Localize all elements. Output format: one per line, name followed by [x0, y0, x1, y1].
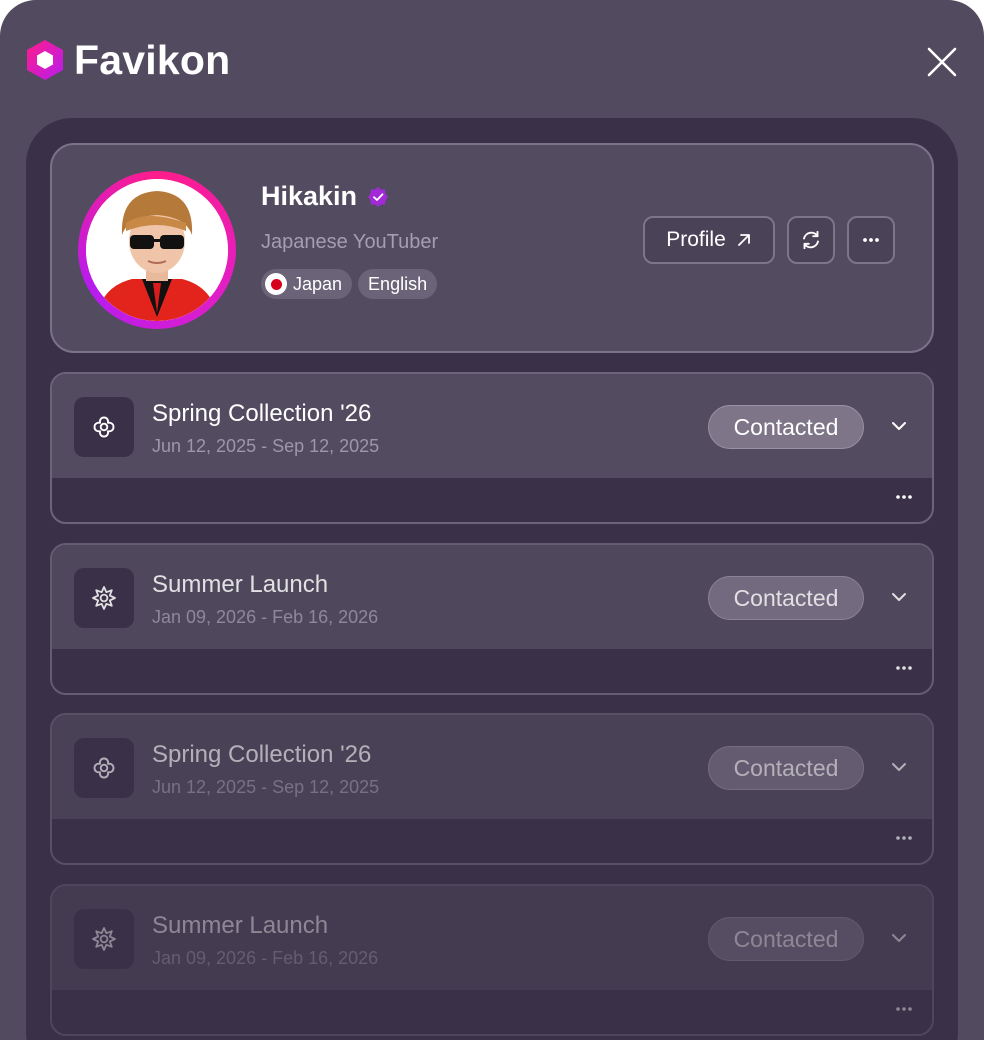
more-options-button[interactable] [847, 216, 895, 264]
more-horizontal-icon[interactable] [890, 832, 918, 844]
sun-icon [92, 586, 116, 610]
profile-card: Hikakin Japanese YouTuber Japan English … [50, 143, 934, 353]
japan-flag-icon [265, 273, 287, 295]
campaign-dates: Jan 09, 2026 - Feb 16, 2026 [152, 607, 379, 627]
campaign-icon [74, 738, 134, 798]
tag-language: English [358, 269, 438, 299]
avatar [78, 171, 236, 329]
verified-badge-icon [368, 186, 389, 207]
campaign-card[interactable]: Summer Launch Jan 09, 2026 - Feb 16, 202… [50, 884, 934, 1036]
profile-subtitle: Japanese YouTuber [261, 231, 439, 253]
status-badge[interactable]: Contacted [708, 917, 864, 961]
close-icon [927, 47, 957, 77]
status-badge[interactable]: Contacted [708, 746, 864, 790]
more-horizontal-icon [863, 238, 879, 242]
campaign-icon [74, 397, 134, 457]
profile-button-label: Profile [666, 228, 726, 251]
chevron-down-icon[interactable] [888, 756, 910, 778]
flower-icon [93, 757, 115, 779]
campaign-dates: Jan 09, 2026 - Feb 16, 2026 [152, 948, 379, 968]
tag-country: Japan [261, 269, 353, 299]
chevron-down-icon[interactable] [888, 415, 910, 437]
more-horizontal-icon[interactable] [890, 662, 918, 674]
profile-name: Hikakin [261, 181, 358, 211]
app-name: Favikon [74, 37, 231, 83]
campaign-title: Summer Launch [152, 912, 329, 939]
more-horizontal-icon[interactable] [890, 491, 918, 503]
chevron-down-icon[interactable] [888, 586, 910, 608]
tag-label: English [368, 273, 428, 294]
campaign-card[interactable]: Spring Collection '26 Jun 12, 2025 - Sep… [50, 372, 934, 524]
sun-icon [92, 927, 116, 951]
hexagon-logo-icon [27, 40, 63, 80]
campaign-card[interactable]: Summer Launch Jan 09, 2026 - Feb 16, 202… [50, 543, 934, 695]
campaign-icon [74, 568, 134, 628]
campaign-dates: Jun 12, 2025 - Sep 12, 2025 [152, 436, 380, 456]
profile-tags: Japan English [261, 269, 438, 299]
arrow-up-right-icon [737, 234, 750, 246]
refresh-button[interactable] [787, 216, 835, 264]
campaign-title: Spring Collection '26 [152, 741, 372, 768]
campaign-card[interactable]: Spring Collection '26 Jun 12, 2025 - Sep… [50, 713, 934, 865]
campaign-title: Spring Collection '26 [152, 400, 372, 427]
campaign-title: Summer Launch [152, 571, 329, 598]
campaign-dates: Jun 12, 2025 - Sep 12, 2025 [152, 777, 380, 797]
status-badge[interactable]: Contacted [708, 576, 864, 620]
more-horizontal-icon[interactable] [890, 1003, 918, 1015]
close-button[interactable] [924, 44, 960, 80]
avatar-photo [86, 179, 228, 321]
popup-window: Favikon Hikakin Japanese YouTuber Japan … [0, 0, 984, 1040]
refresh-icon [803, 230, 819, 250]
tag-label: Japan [293, 273, 343, 294]
profile-button[interactable]: Profile [643, 216, 775, 264]
status-badge[interactable]: Contacted [708, 405, 864, 449]
campaign-icon [74, 909, 134, 969]
chevron-down-icon[interactable] [888, 927, 910, 949]
brand: Favikon [26, 38, 230, 82]
flower-icon [93, 416, 115, 438]
